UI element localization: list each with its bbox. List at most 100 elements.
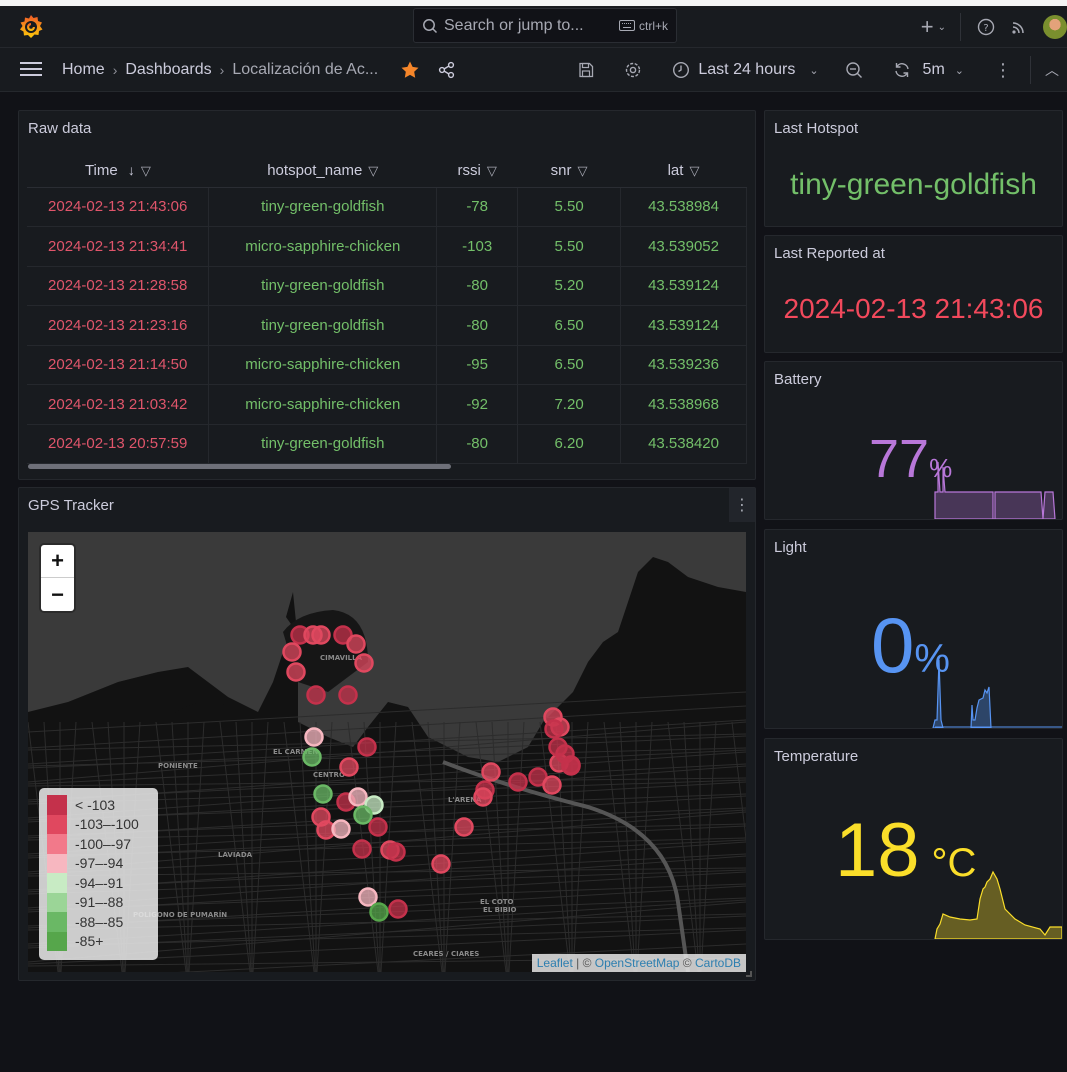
refresh-icon[interactable]	[893, 61, 911, 79]
map-marker[interactable]	[346, 634, 366, 654]
map-marker[interactable]	[313, 784, 333, 804]
filter-icon[interactable]: ▽	[368, 163, 378, 179]
openstreetmap-link[interactable]: OpenStreetMap	[595, 956, 680, 970]
legend-item: -100–-97	[47, 834, 150, 854]
zoom-out-icon[interactable]	[845, 61, 863, 79]
map-marker[interactable]	[431, 854, 451, 874]
table-row[interactable]: 2024-02-13 21:28:58 tiny-green-goldfish -8…	[27, 266, 747, 306]
cell-time: 2024-02-13 20:57:59	[27, 424, 210, 464]
table-row[interactable]: 2024-02-13 21:23:16 tiny-green-goldfish -8…	[27, 305, 747, 346]
breadcrumb-dashboards[interactable]: Dashboards	[125, 61, 211, 79]
legend-label: -88–-85	[75, 913, 124, 930]
collapse-icon[interactable]: ︿	[1045, 60, 1059, 80]
gear-icon[interactable]	[624, 61, 642, 79]
divider	[1030, 56, 1031, 84]
map-marker[interactable]	[306, 685, 326, 705]
map-marker[interactable]	[473, 787, 493, 807]
map-marker[interactable]	[544, 719, 564, 739]
legend-item: -91–-88	[47, 892, 150, 912]
breadcrumb-home[interactable]: Home	[62, 61, 105, 79]
filter-icon[interactable]: ▽	[141, 163, 151, 179]
chevron-down-icon[interactable]: ⌄	[955, 64, 964, 77]
table-row[interactable]: 2024-02-13 21:43:06 tiny-green-goldfish -7…	[27, 187, 747, 227]
map-marker[interactable]	[481, 762, 501, 782]
filter-icon[interactable]: ▽	[487, 163, 497, 179]
map-marker[interactable]	[542, 775, 562, 795]
map-marker[interactable]	[353, 805, 373, 825]
panel-title: Last Reported at	[774, 245, 885, 262]
map-marker[interactable]	[388, 899, 408, 919]
filter-icon[interactable]: ▽	[578, 163, 588, 179]
map-marker[interactable]	[368, 817, 388, 837]
avatar[interactable]	[1043, 15, 1067, 39]
map-marker[interactable]	[286, 662, 306, 682]
map-marker[interactable]	[311, 625, 331, 645]
column-header-lat[interactable]: lat ▽	[620, 155, 747, 188]
gps-tracker-panel: GPS Tracker ⋮ CIMAVILLA EL CARMEN CENTRO PO…	[18, 487, 756, 981]
sort-desc-icon[interactable]: ↓	[128, 162, 135, 178]
column-header-rssi[interactable]: rssi ▽	[436, 155, 518, 188]
more-options-icon[interactable]: ⋮	[994, 60, 1012, 81]
map-marker[interactable]	[454, 817, 474, 837]
cell-lat: 43.539124	[620, 305, 747, 346]
refresh-interval-picker[interactable]: 5m	[923, 61, 945, 79]
help-icon[interactable]: ?	[977, 18, 995, 36]
grafana-logo-icon[interactable]	[18, 14, 44, 40]
column-header-snr[interactable]: snr ▽	[517, 155, 621, 188]
map-marker[interactable]	[358, 887, 378, 907]
cell-lat: 43.538968	[620, 384, 747, 425]
map-marker[interactable]	[561, 755, 581, 775]
cell-time: 2024-02-13 21:23:16	[27, 305, 210, 346]
map-marker[interactable]	[339, 757, 359, 777]
column-header-time[interactable]: Time ↓ ▽	[27, 155, 209, 188]
cell-lat: 43.539124	[620, 266, 747, 306]
temperature-panel: Temperature 18 °C	[764, 738, 1063, 940]
chevron-down-icon[interactable]: ⌄	[938, 22, 946, 33]
map-marker[interactable]	[386, 842, 406, 862]
column-header-hotspot-name[interactable]: hotspot_name ▽	[208, 155, 437, 188]
cell-lat: 43.538420	[620, 424, 747, 464]
map[interactable]: CIMAVILLA EL CARMEN CENTRO PONIENTE LAVIADA L…	[28, 532, 746, 972]
resize-handle[interactable]	[746, 971, 752, 977]
map-marker[interactable]	[331, 819, 351, 839]
share-icon[interactable]	[438, 61, 456, 79]
map-marker[interactable]	[369, 902, 389, 922]
horizontal-scrollbar[interactable]	[28, 464, 451, 469]
cell-hotspot-name: micro-sapphire-chicken	[208, 345, 438, 385]
search-input[interactable]: Search or jump to... ctrl+k	[413, 8, 677, 43]
save-icon[interactable]	[578, 62, 594, 78]
map-marker[interactable]	[354, 653, 374, 673]
table-row[interactable]: 2024-02-13 21:03:42 micro-sapphire-chicke…	[27, 384, 747, 425]
table-row[interactable]: 2024-02-13 21:34:41 micro-sapphire-chicke…	[27, 226, 747, 267]
zoom-out-button[interactable]: −	[41, 578, 74, 611]
cartodb-link[interactable]: CartoDB	[695, 956, 741, 970]
zoom-in-button[interactable]: +	[41, 545, 74, 578]
panel-title: GPS Tracker	[28, 497, 114, 514]
panel-menu-icon[interactable]: ⋮	[729, 488, 755, 522]
table-row[interactable]: 2024-02-13 20:57:59 tiny-green-goldfish -8…	[27, 424, 747, 464]
star-icon[interactable]	[400, 60, 420, 80]
cell-snr: 5.50	[517, 187, 622, 227]
clock-icon[interactable]	[672, 61, 690, 79]
map-marker[interactable]	[304, 727, 324, 747]
map-marker[interactable]	[357, 737, 377, 757]
time-range-picker[interactable]: Last 24 hours	[698, 61, 795, 79]
map-marker[interactable]	[352, 839, 372, 859]
chevron-down-icon[interactable]: ⌄	[809, 64, 818, 77]
light-value: 0	[871, 601, 915, 689]
legend-label: < -103	[75, 796, 116, 813]
map-marker[interactable]	[338, 685, 358, 705]
plus-icon[interactable]: +	[921, 14, 934, 40]
legend-label: -91–-88	[75, 894, 124, 911]
cell-rssi: -92	[436, 384, 519, 425]
rss-icon[interactable]	[1011, 19, 1027, 35]
leaflet-link[interactable]: Leaflet	[537, 956, 573, 970]
map-marker[interactable]	[302, 747, 322, 767]
map-marker[interactable]	[348, 787, 368, 807]
map-marker[interactable]	[282, 642, 302, 662]
search-icon	[422, 18, 438, 34]
filter-icon[interactable]: ▽	[689, 163, 699, 179]
table-row[interactable]: 2024-02-13 21:14:50 micro-sapphire-chicke…	[27, 345, 747, 385]
map-marker[interactable]	[508, 772, 528, 792]
menu-icon[interactable]	[20, 60, 42, 78]
